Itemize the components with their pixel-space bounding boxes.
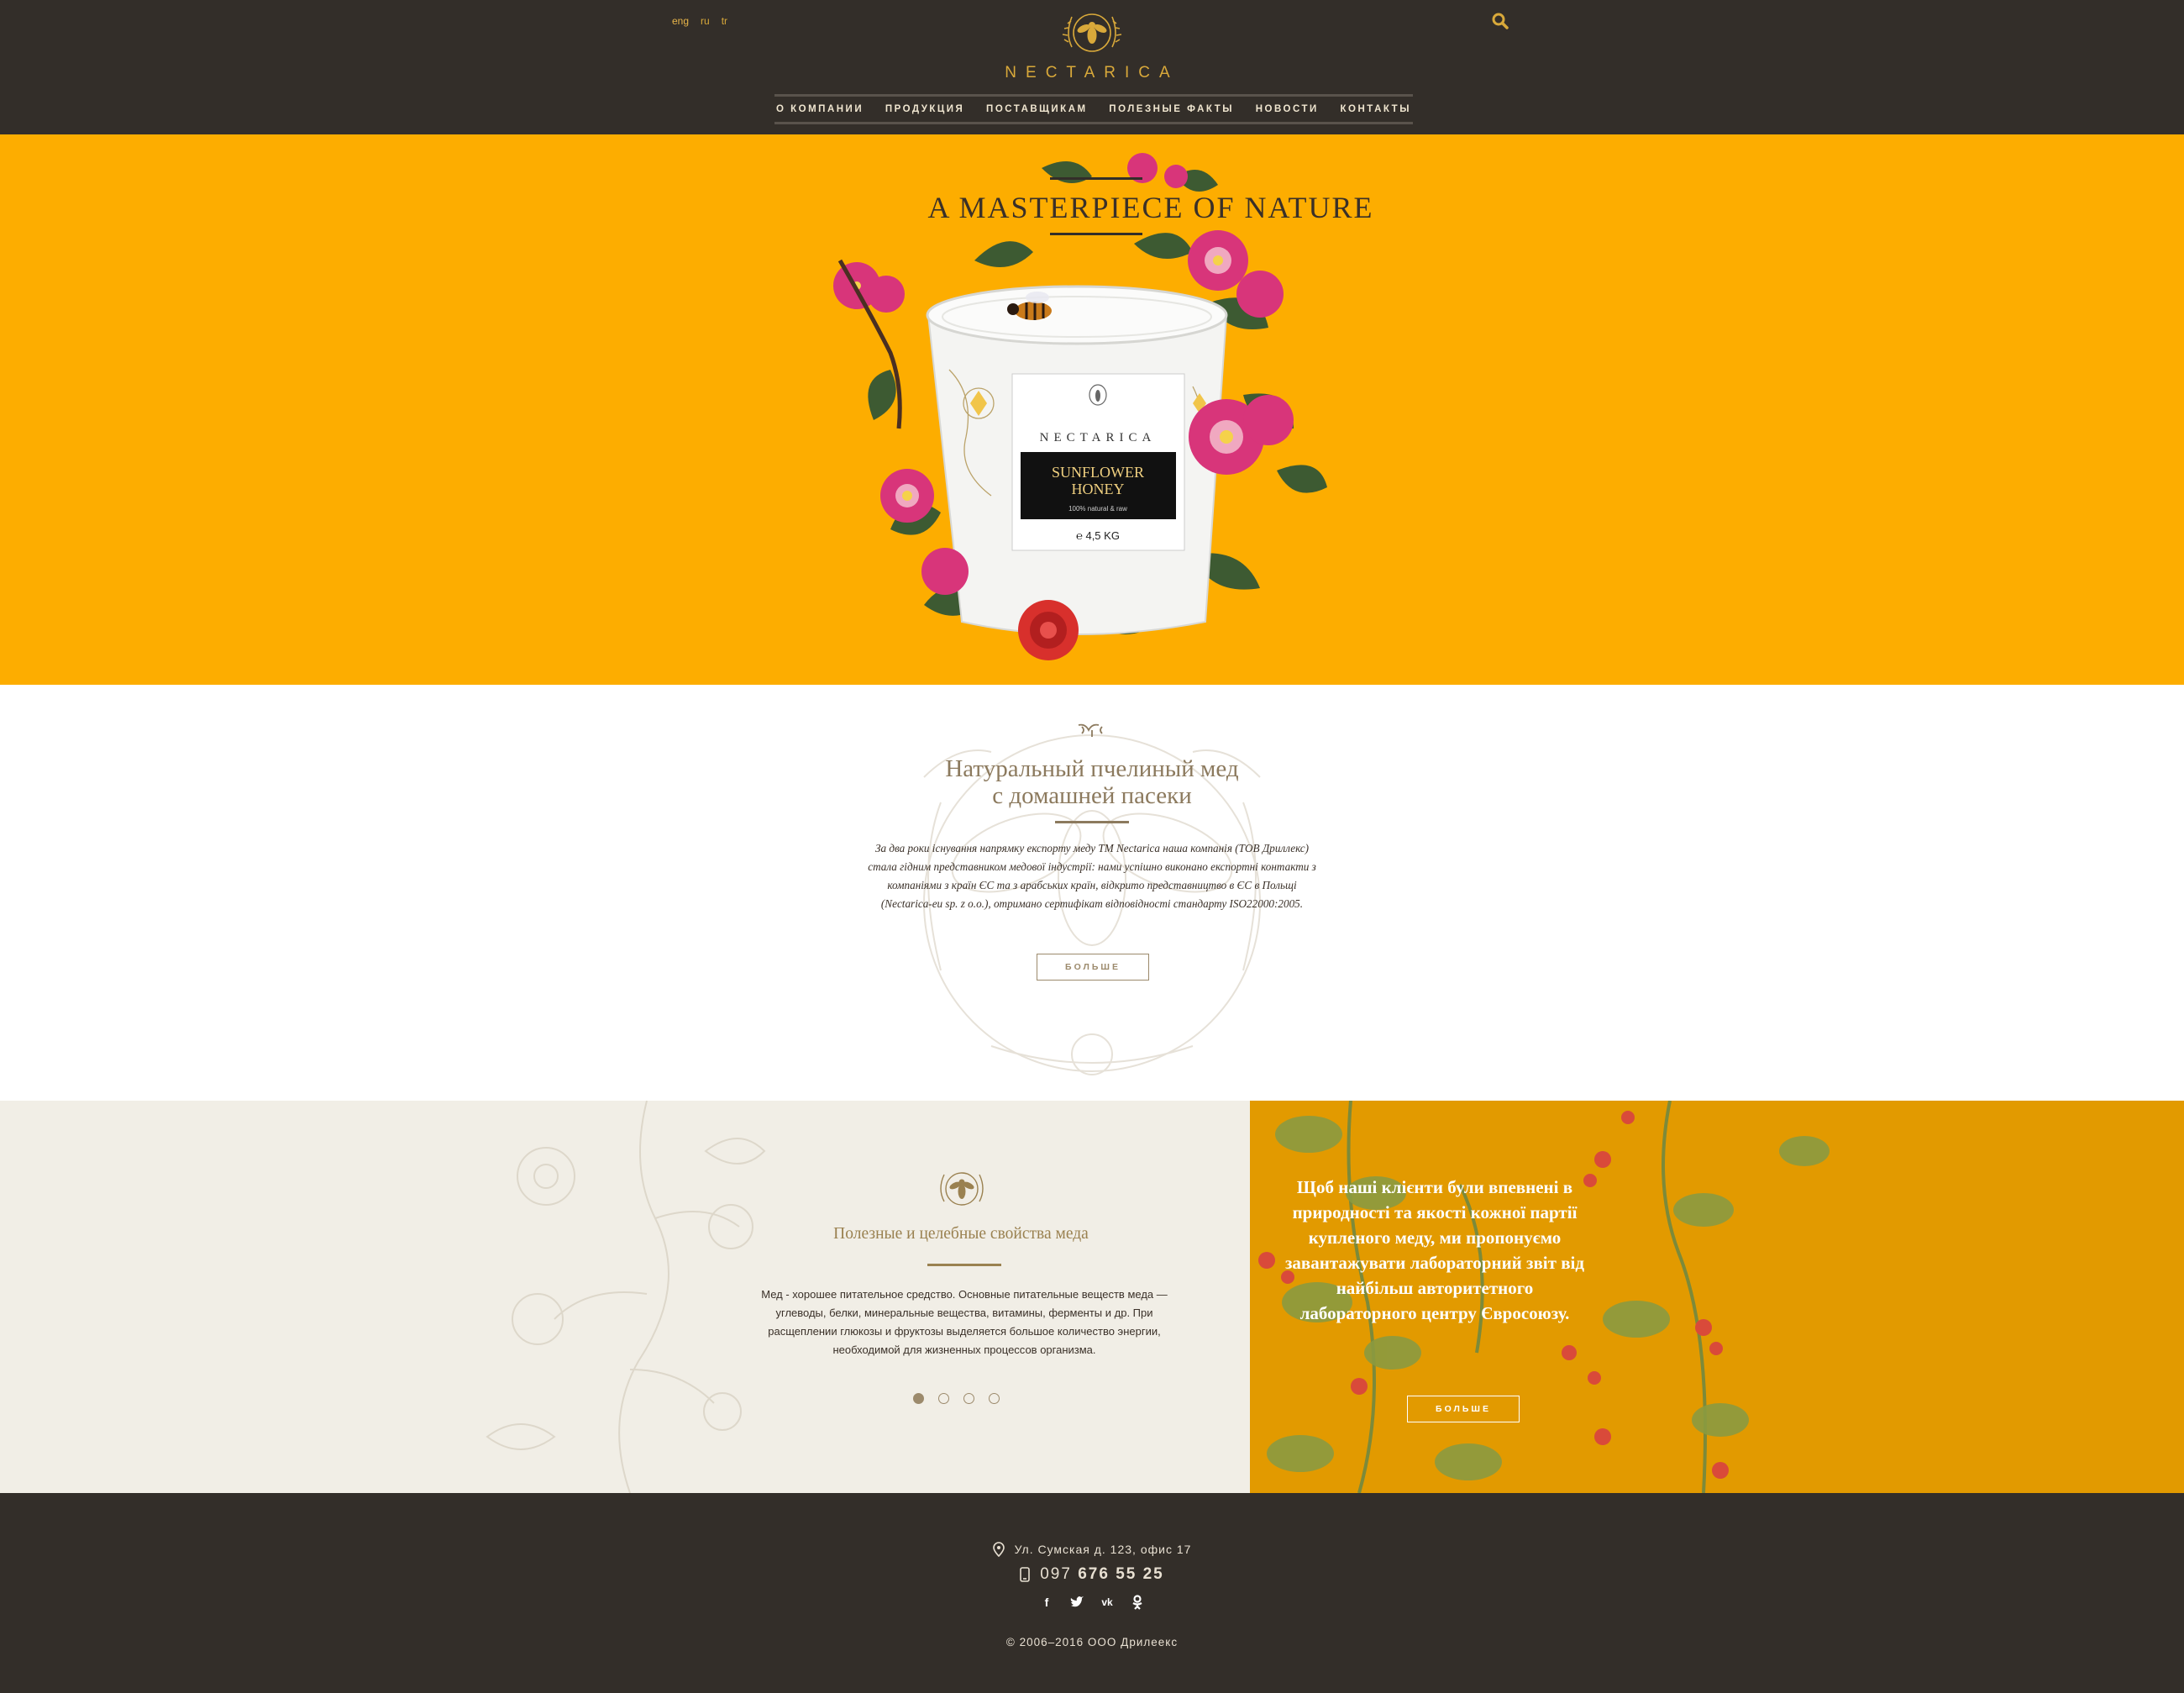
- nav-about[interactable]: О КОМПАНИИ: [776, 104, 864, 114]
- lab-report-section: Щоб наші клієнти були впевнені в природн…: [1250, 1101, 2184, 1493]
- phone-number: 676 55 25: [1078, 1565, 1164, 1583]
- about-title-line-1: Натуральный пчелиный мед: [945, 755, 1239, 782]
- about-section: Натуральный пчелиный мед с домашней пасе…: [0, 685, 2184, 1101]
- footer-phone-row: 097 676 55 25: [0, 1565, 2184, 1584]
- facts-divider: [927, 1264, 1001, 1266]
- nav-products[interactable]: ПРОДУКЦИЯ: [885, 104, 965, 114]
- nav-contacts[interactable]: КОНТАКТЫ: [1341, 104, 1411, 114]
- search-icon[interactable]: [1491, 12, 1509, 30]
- slider-dot[interactable]: [989, 1393, 1000, 1404]
- facts-title: Полезные и целебные свойства меда: [833, 1225, 1089, 1243]
- twitter-icon[interactable]: [1069, 1595, 1084, 1610]
- about-title-line-2: с домашней пасеки: [992, 782, 1192, 809]
- footer-address: Ул. Сумская д. 123, офис 17: [1014, 1543, 1192, 1556]
- language-switcher: eng ru tr: [672, 15, 727, 27]
- site-header: eng ru tr NECTARICA О КОМПАНИИ ПРОДУКЦИЯ…: [0, 0, 2184, 134]
- bee-emblem-icon: [940, 1172, 984, 1206]
- about-divider: [1055, 821, 1129, 823]
- facts-slider-dots: [913, 1393, 1000, 1404]
- footer-copyright: © 2006–2016 ООО Дрилеекс: [1005, 1636, 1179, 1648]
- honey-bucket-illustration: NECTARICA SUNFLOWER HONEY 100% natural &…: [833, 153, 1327, 660]
- vk-icon[interactable]: vk: [1100, 1595, 1115, 1610]
- facts-section: Полезные и целебные свойства меда Мед - …: [0, 1101, 1250, 1493]
- phone-prefix: 097: [1040, 1565, 1072, 1583]
- main-nav: О КОМПАНИИ ПРОДУКЦИЯ ПОСТАВЩИКАМ ПОЛЕЗНЫ…: [774, 94, 1413, 124]
- hero-rule-bottom: [1050, 233, 1142, 235]
- hero-rule-top: [1050, 177, 1142, 180]
- about-more-button[interactable]: БОЛЬШЕ: [1037, 954, 1149, 981]
- facts-text: Мед - хорошее питательное средство. Осно…: [761, 1288, 1168, 1356]
- about-text: За два роки існування напрямку експорту …: [868, 842, 1316, 910]
- label-name-2: HONEY: [1072, 481, 1125, 497]
- location-pin-icon: [992, 1542, 1005, 1557]
- slider-dot[interactable]: [913, 1393, 924, 1404]
- about-title: Натуральный пчелиный мед с домашней пасе…: [840, 755, 1344, 809]
- footer-phone[interactable]: 097 676 55 25: [1040, 1565, 1164, 1584]
- label-name-1: SUNFLOWER: [1052, 464, 1144, 481]
- slider-dot[interactable]: [938, 1393, 949, 1404]
- nav-news[interactable]: НОВОСТИ: [1256, 104, 1319, 114]
- nav-suppliers[interactable]: ПОСТАВЩИКАМ: [986, 104, 1088, 114]
- label-brand: NECTARICA: [1040, 431, 1157, 444]
- lang-ru[interactable]: ru: [701, 15, 710, 27]
- hero-title: A MASTERPIECE OF NATURE: [927, 191, 1374, 224]
- label-weight: ℮ 4,5 KG: [1076, 529, 1120, 542]
- nav-facts[interactable]: ПОЛЕЗНЫЕ ФАКТЫ: [1109, 104, 1234, 114]
- facebook-icon[interactable]: f: [1039, 1595, 1054, 1610]
- brand-wordmark[interactable]: NECTARICA: [966, 64, 1218, 82]
- odnoklassniki-icon[interactable]: [1130, 1595, 1145, 1610]
- bee-emblem-logo[interactable]: [1060, 5, 1124, 60]
- footer-social-links: f vk: [0, 1595, 2184, 1610]
- label-subtitle: 100% natural & raw: [1068, 505, 1127, 513]
- hero-banner: NECTARICA SUNFLOWER HONEY 100% natural &…: [0, 134, 2184, 685]
- footer-address-row: Ул. Сумская д. 123, офис 17: [0, 1542, 2184, 1557]
- site-footer: Ул. Сумская д. 123, офис 17 097 676 55 2…: [0, 1493, 2184, 1693]
- phone-icon: [1020, 1567, 1031, 1582]
- lang-tr[interactable]: tr: [722, 15, 727, 27]
- lab-text: Щоб наші клієнти були впевнені в природн…: [1284, 1177, 1585, 1323]
- lab-more-button[interactable]: БОЛЬШЕ: [1407, 1396, 1520, 1422]
- slider-dot[interactable]: [963, 1393, 974, 1404]
- ornament-icon: [1078, 723, 1103, 737]
- lang-eng[interactable]: eng: [672, 15, 689, 27]
